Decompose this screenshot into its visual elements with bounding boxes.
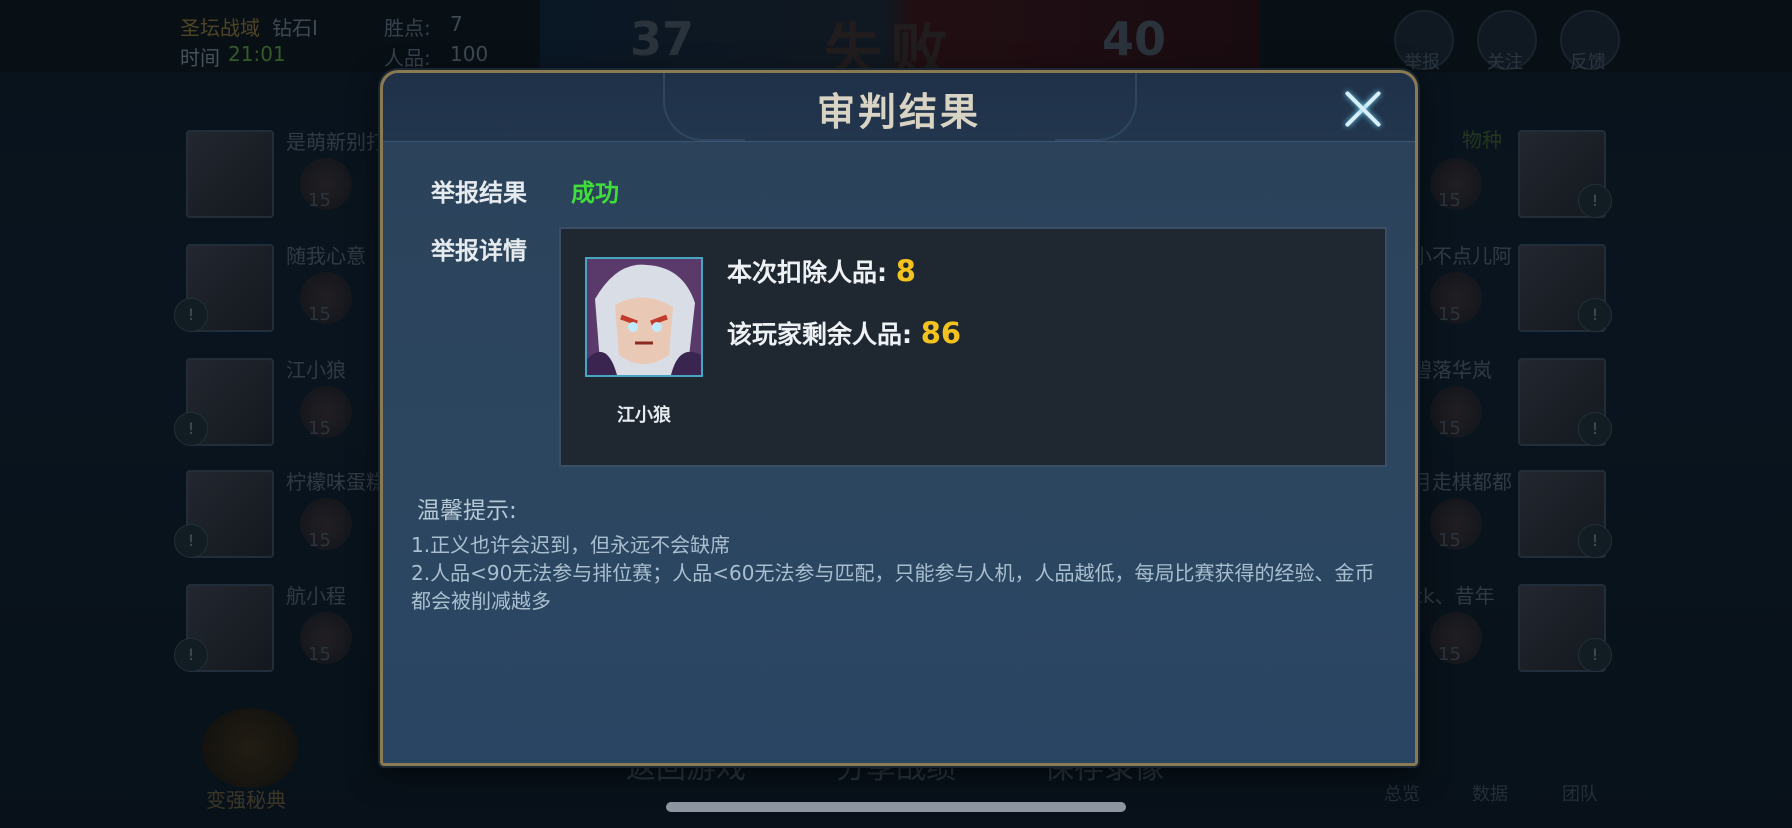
reported-player-name: 江小狼 xyxy=(617,405,671,426)
remaining-reputation-label: 该玩家剩余人品: xyxy=(727,320,912,349)
dialog-title: 审判结果 xyxy=(816,90,981,134)
report-detail-label: 举报详情 xyxy=(431,237,527,265)
report-detail-panel: 江小狼 本次扣除人品: 8 该玩家剩余人品: 86 xyxy=(559,227,1387,467)
reported-player-portrait xyxy=(585,257,703,377)
remaining-reputation-value: 86 xyxy=(920,316,962,350)
dialog-header: 审判结果 xyxy=(383,73,1415,142)
judgement-result-dialog: 审判结果 举报结果 成功 举报详情 江小狼 本次扣除人品: 8 该玩家剩余人品:… xyxy=(380,70,1418,766)
tip-line-2: 2.人品<90无法参与排位赛；人品<60无法参与匹配，只能参与人机，人品越低，每… xyxy=(411,561,1375,613)
close-icon[interactable] xyxy=(1343,89,1383,129)
deducted-reputation-value: 8 xyxy=(895,254,916,288)
tip-line-1: 1.正义也许会迟到，但永远不会缺席 xyxy=(411,533,731,557)
report-result-label: 举报结果 xyxy=(431,179,527,207)
deducted-reputation-line: 本次扣除人品: 8 xyxy=(727,253,916,289)
tips-title: 温馨提示: xyxy=(417,498,517,524)
remaining-reputation-line: 该玩家剩余人品: 86 xyxy=(727,315,961,351)
hero-portrait-icon xyxy=(587,259,701,375)
deducted-reputation-label: 本次扣除人品: xyxy=(727,258,887,287)
report-result-value: 成功 xyxy=(571,179,619,207)
home-indicator[interactable] xyxy=(666,802,1126,812)
